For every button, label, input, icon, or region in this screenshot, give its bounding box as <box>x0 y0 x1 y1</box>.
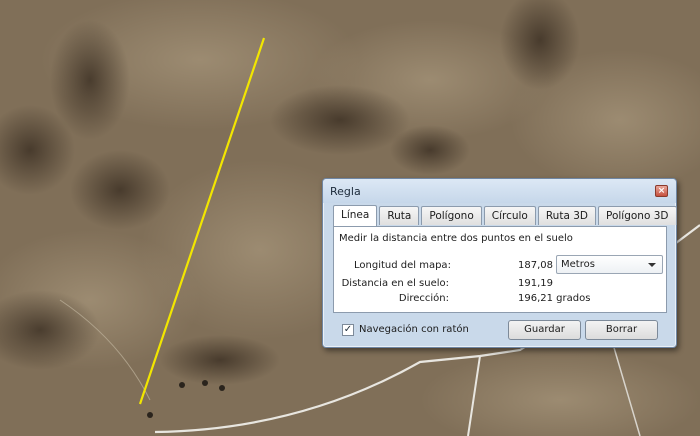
tab-3d-path[interactable]: Ruta 3D <box>537 206 596 225</box>
unit-select[interactable]: Metros <box>556 255 663 274</box>
ruler-dialog: Regla × Línea Ruta Polígono Círculo Ruta… <box>322 178 677 348</box>
ground-distance-label: Distancia en el suelo: <box>341 278 449 289</box>
mouse-navigation-label[interactable]: Navegación con ratón <box>359 324 469 335</box>
tab-circle[interactable]: Círculo <box>483 206 536 225</box>
tab-3d-polygon[interactable]: Polígono 3D <box>598 206 677 225</box>
delete-button[interactable]: Borrar <box>585 320 658 340</box>
measure-description: Medir la distancia entre dos puntos en e… <box>339 233 573 244</box>
map-length-value: 187,08 <box>518 260 553 271</box>
tab-bar: Línea Ruta Polígono Círculo Ruta 3D Polí… <box>333 205 679 226</box>
dialog-title: Regla <box>330 185 361 198</box>
direction-value: 196,21 grados <box>518 293 591 304</box>
mouse-navigation-checkbox[interactable]: ✓ <box>342 324 354 336</box>
dialog-titlebar[interactable]: Regla × <box>323 179 676 203</box>
close-icon[interactable]: × <box>655 185 668 197</box>
unit-select-value: Metros <box>561 259 595 270</box>
tab-line[interactable]: Línea <box>333 205 378 226</box>
tab-path[interactable]: Ruta <box>379 206 420 225</box>
ground-distance-value: 191,19 <box>518 278 553 289</box>
chevron-down-icon <box>648 263 656 267</box>
tab-panel: Medir la distancia entre dos puntos en e… <box>333 226 667 313</box>
map-length-label: Longitud del mapa: <box>354 260 451 271</box>
save-button[interactable]: Guardar <box>508 320 581 340</box>
tab-polygon[interactable]: Polígono <box>421 206 482 225</box>
direction-label: Dirección: <box>398 293 449 304</box>
